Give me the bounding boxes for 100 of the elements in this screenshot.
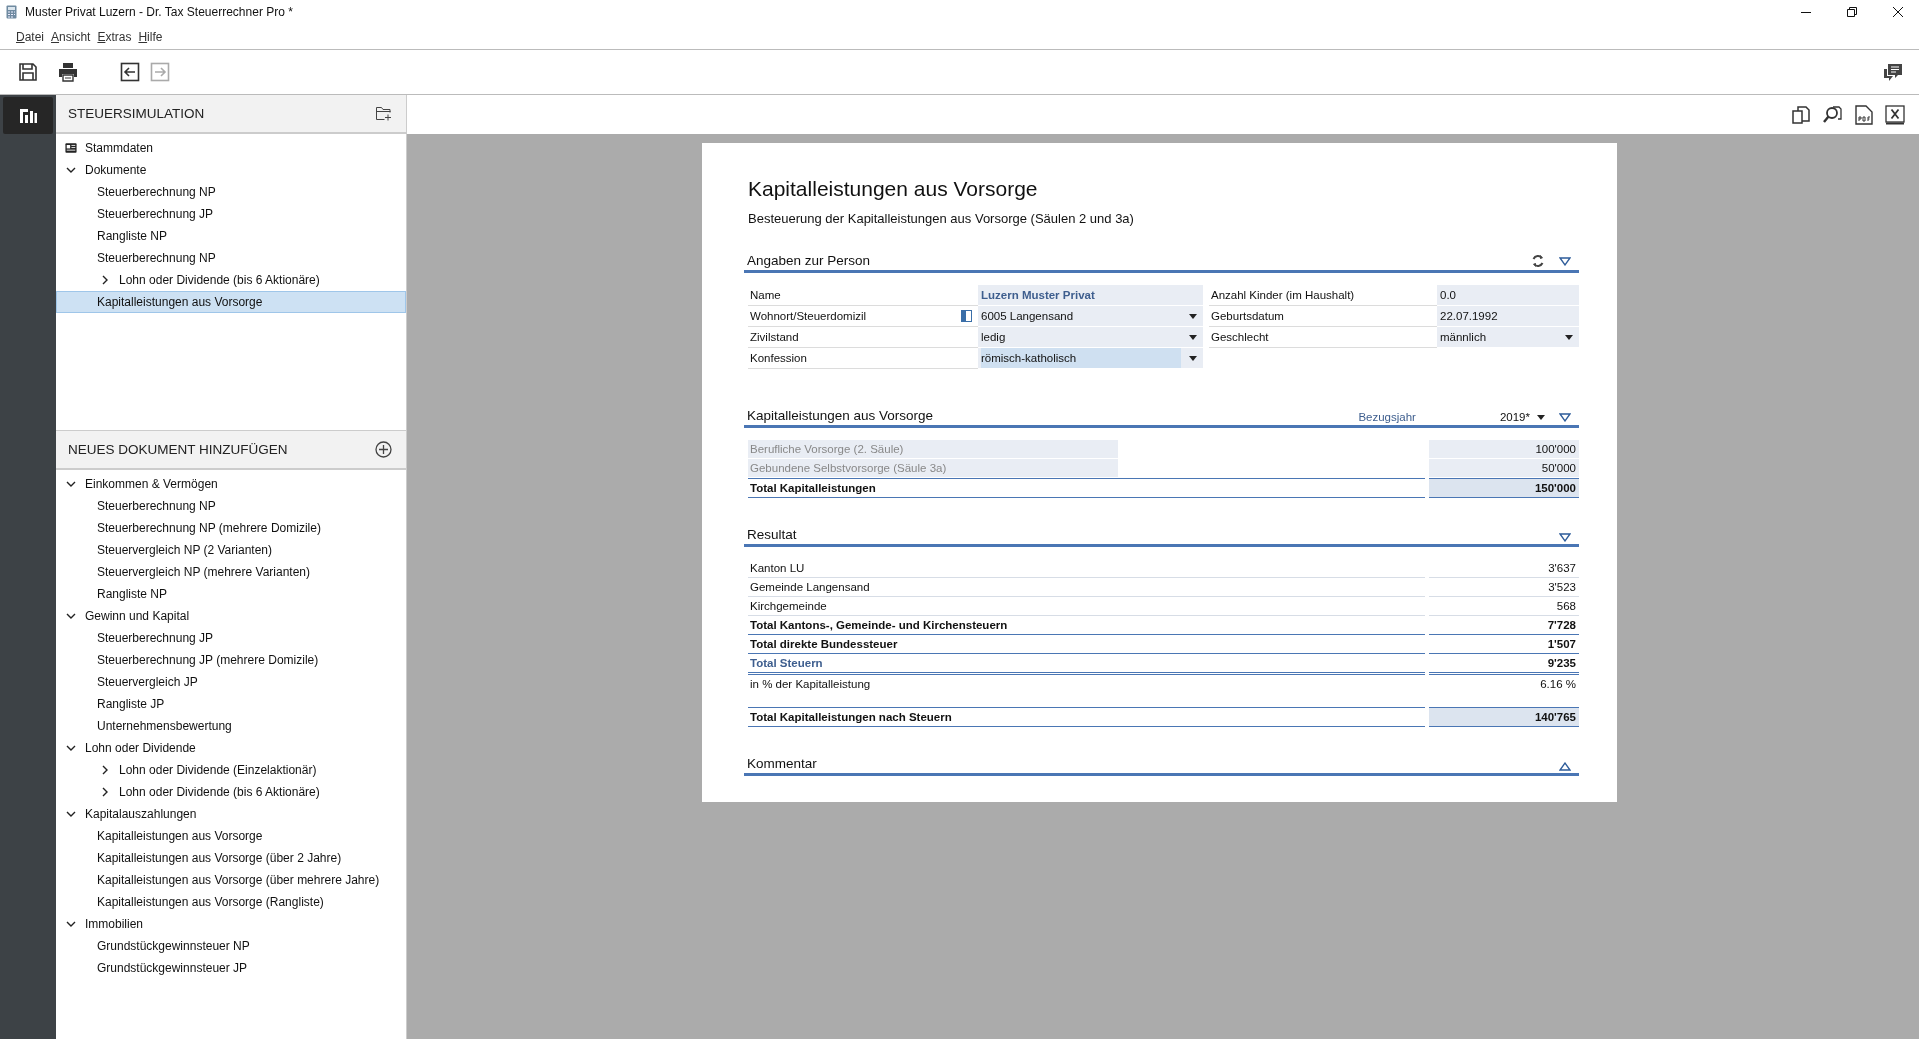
field-label: Konfession (748, 348, 978, 369)
menu-item[interactable]: Ansicht (51, 29, 91, 44)
tree-item[interactable]: Kapitalleistungen aus Vorsorge (über mehrere Jahre) (56, 869, 406, 891)
add-circle-icon[interactable] (375, 441, 392, 458)
input-field[interactable]: 50'000 (1429, 459, 1579, 478)
section-title: Kapitalleistungen aus Vorsorge (747, 408, 934, 423)
collapse-triangle-icon[interactable] (1559, 533, 1571, 542)
tree-item[interactable]: Steuerberechnung JP (mehrere Domizile) (56, 649, 406, 671)
tree-item[interactable]: Steuervergleich NP (mehrere Varianten) (56, 561, 406, 583)
tree-item[interactable]: Steuerberechnung NP (56, 495, 406, 517)
tree-item[interactable]: Steuerberechnung NP (56, 181, 406, 203)
chat-icon[interactable] (1883, 62, 1903, 82)
tree-item[interactable]: Steuerberechnung JP (56, 203, 406, 225)
tree-item[interactable]: Steuerberechnung NP (56, 247, 406, 269)
section-title: Resultat (747, 527, 797, 542)
row-label: Gebundene Selbstvorsorge (Säule 3a) (748, 459, 1118, 477)
dropdown[interactable]: 6005 Langensand (978, 306, 1203, 327)
tree-item[interactable]: Unternehmensbewertung (56, 715, 406, 737)
copy-icon[interactable] (1791, 104, 1811, 125)
tree-item[interactable]: Rangliste NP (56, 225, 406, 247)
row-label: Kirchgemeinde (749, 600, 827, 612)
tree-item[interactable]: Kapitalleistungen aus Vorsorge (56, 291, 406, 313)
field-label: Zivilstand (748, 327, 978, 348)
id-card-icon (65, 142, 77, 154)
input-field[interactable]: 0.0 (1437, 285, 1579, 306)
dropdown[interactable]: ledig (978, 327, 1203, 348)
window-title: Muster Privat Luzern - Dr. Tax Steuerrechner Pro * (25, 5, 293, 19)
dropdown-arrow-icon[interactable] (1189, 355, 1197, 361)
restore-icon[interactable] (1847, 7, 1857, 17)
tree-item[interactable]: Gewinn und Kapital (56, 605, 406, 627)
input-field[interactable]: 100'000 (1429, 440, 1579, 459)
field-label: Name (748, 285, 978, 306)
tree-item[interactable]: Kapitalleistungen aus Vorsorge (56, 825, 406, 847)
row-label: in % der Kapitalleistung (749, 678, 871, 690)
spreadsheet-export-icon[interactable] (1885, 104, 1905, 125)
tree-item[interactable]: Steuervergleich NP (2 Varianten) (56, 539, 406, 561)
chevron-down-icon[interactable] (65, 743, 77, 753)
menu-item[interactable]: Hilfe (138, 29, 163, 44)
tree-item[interactable]: Lohn oder Dividende (bis 6 Aktionäre) (56, 781, 406, 803)
dropdown[interactable]: männlich (1437, 327, 1579, 348)
pdf-document-icon[interactable] (1855, 104, 1873, 125)
collapse-triangle-icon[interactable] (1559, 412, 1571, 422)
tree-item[interactable]: Lohn oder Dividende (Einzelaktionär) (56, 759, 406, 781)
tree-item[interactable]: Grundstückgewinnsteuer JP (56, 957, 406, 979)
tree-item[interactable]: Kapitalleistungen aus Vorsorge (über 2 Jahre) (56, 847, 406, 869)
tree-item[interactable]: Rangliste JP (56, 693, 406, 715)
field-label: Wohnort/Steuerdomizil (748, 306, 978, 327)
chevron-down-icon[interactable] (65, 479, 77, 489)
add-folder-icon[interactable] (376, 106, 392, 121)
tree-item[interactable]: Immobilien (56, 913, 406, 935)
tree-item[interactable]: Kapitalauszahlungen (56, 803, 406, 825)
tree-item[interactable]: Dokumente (56, 159, 406, 181)
row-value: 9'235 (1429, 654, 1579, 675)
dropdown[interactable]: römisch-katholisch (978, 348, 1203, 369)
row-value: 7'728 (1429, 616, 1579, 635)
simulation-tab[interactable] (3, 97, 53, 134)
chevron-down-icon[interactable] (65, 919, 77, 929)
section-title: Kommentar (747, 756, 817, 771)
book-icon[interactable] (961, 310, 972, 322)
close-icon[interactable] (1893, 7, 1903, 17)
tree-item[interactable]: Steuervergleich JP (56, 671, 406, 693)
input-field[interactable]: 22.07.1992 (1437, 306, 1579, 327)
menu-item[interactable]: Extras (97, 29, 132, 44)
tree-item[interactable]: Einkommen & Vermögen (56, 473, 406, 495)
row-label: Gemeinde Langensand (749, 581, 870, 593)
row-value: 6.16 % (1539, 677, 1577, 692)
tree-item[interactable]: Stammdaten (56, 137, 406, 159)
row-value: 3'523 (1429, 578, 1579, 597)
menu-item[interactable]: Datei (16, 29, 45, 44)
dropdown-arrow-icon[interactable] (1189, 334, 1197, 340)
row-value: 140'765 (1429, 707, 1579, 727)
row-value: 150'000 (1429, 478, 1579, 498)
document-subtitle: Besteuerung der Kapitalleistungen aus Vorsorge (Säulen 2 und 3a) (748, 211, 1135, 226)
row-label: Total Kantons-, Gemeinde- und Kirchensteuern (749, 619, 1008, 631)
row-label: Kanton LU (749, 562, 805, 574)
dropdown-arrow-icon[interactable] (1537, 414, 1545, 420)
save-icon[interactable] (18, 62, 38, 82)
search-icon[interactable] (1823, 104, 1843, 125)
expand-triangle-icon[interactable] (1559, 762, 1571, 771)
collapse-triangle-icon[interactable] (1559, 256, 1571, 266)
year-dropdown[interactable]: 2019* (1499, 411, 1545, 423)
dropdown-arrow-icon[interactable] (1189, 313, 1197, 319)
tree-item[interactable]: Lohn oder Dividende (56, 737, 406, 759)
refresh-icon[interactable] (1531, 254, 1545, 268)
calculator-icon (6, 5, 17, 19)
print-icon[interactable] (58, 62, 78, 82)
chevron-down-icon[interactable] (65, 165, 77, 175)
tree-item[interactable]: Grundstückgewinnsteuer NP (56, 935, 406, 957)
panel-title: NEUES DOKUMENT HINZUFÜGEN (68, 442, 288, 457)
tree-item[interactable]: Rangliste NP (56, 583, 406, 605)
tree-item[interactable]: Kapitalleistungen aus Vorsorge (Rangliste) (56, 891, 406, 913)
chevron-down-icon[interactable] (65, 809, 77, 819)
dropdown-arrow-icon[interactable] (1565, 334, 1573, 340)
row-value: 3'637 (1429, 559, 1579, 578)
tree-item[interactable]: Steuerberechnung JP (56, 627, 406, 649)
section-title: Angaben zur Person (747, 253, 871, 268)
tree-item[interactable]: Lohn oder Dividende (bis 6 Aktionäre) (56, 269, 406, 291)
field-label: Geburtsdatum (1209, 306, 1437, 327)
chevron-down-icon[interactable] (65, 611, 77, 621)
tree-item[interactable]: Steuerberechnung NP (mehrere Domizile) (56, 517, 406, 539)
